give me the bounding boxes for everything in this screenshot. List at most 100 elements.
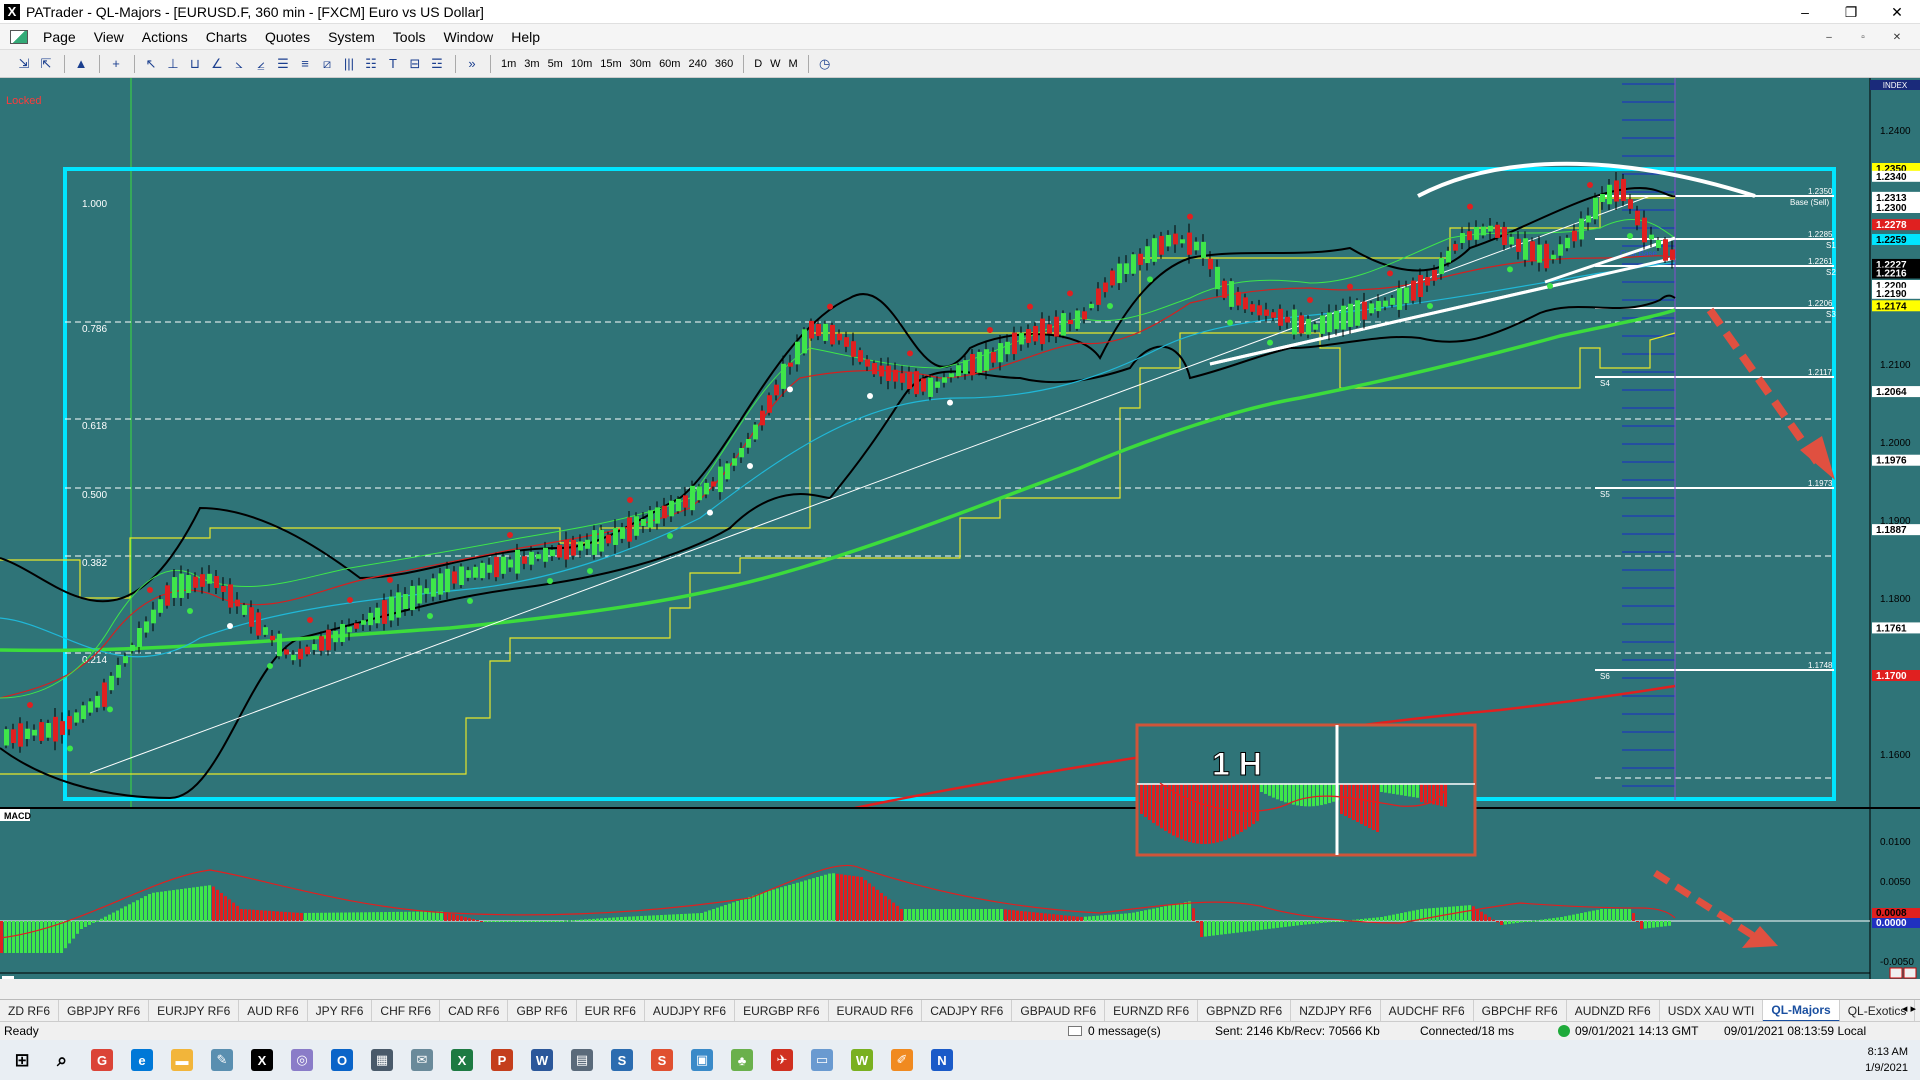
n-app-icon[interactable]: N xyxy=(922,1040,962,1080)
monitor-icon[interactable]: ▣ xyxy=(682,1040,722,1080)
fib-retrace-icon[interactable]: ☰ xyxy=(273,54,293,74)
notes-icon[interactable]: ✎ xyxy=(202,1040,242,1080)
tab-usdx-xau-wti[interactable]: USDX XAU WTI xyxy=(1660,1000,1764,1021)
outlook-icon[interactable]: O xyxy=(322,1040,362,1080)
period-360-button[interactable]: 360 xyxy=(711,55,737,73)
scale-reset-icon[interactable] xyxy=(1903,967,1917,979)
tab-eur-rf6[interactable]: EUR RF6 xyxy=(577,1000,645,1021)
period-240-button[interactable]: 240 xyxy=(684,55,710,73)
folder-icon[interactable]: ▭ xyxy=(802,1040,842,1080)
patrader-icon[interactable]: X xyxy=(242,1040,282,1080)
chrome-icon[interactable]: G xyxy=(82,1040,122,1080)
start-icon[interactable]: ⊞ xyxy=(2,1040,42,1080)
powerpoint-icon[interactable]: P xyxy=(482,1040,522,1080)
chart-indicator-icon[interactable]: ▲ xyxy=(71,54,91,74)
explorer-icon[interactable]: ▬ xyxy=(162,1040,202,1080)
calculator-icon[interactable]: ▦ xyxy=(362,1040,402,1080)
close-button[interactable]: ✕ xyxy=(1874,0,1920,24)
scale-toggle-icon[interactable] xyxy=(1889,967,1903,979)
screen-icon[interactable]: ◎ xyxy=(282,1040,322,1080)
fib-fan-icon[interactable]: ⧄ xyxy=(317,54,337,74)
period-w-button[interactable]: W xyxy=(766,55,784,73)
fib-extension-icon[interactable]: ≡ xyxy=(295,54,315,74)
clock-icon[interactable]: ◷ xyxy=(815,54,835,74)
tab-gbpjpy-rf6[interactable]: GBPJPY RF6 xyxy=(59,1000,150,1021)
zoom-in-icon[interactable]: ⇲ xyxy=(14,54,34,74)
tab-jpy-rf6[interactable]: JPY RF6 xyxy=(308,1000,373,1021)
tab-eurnzd-rf6[interactable]: EURNZD RF6 xyxy=(1105,1000,1199,1021)
app-s2-icon[interactable]: S xyxy=(642,1040,682,1080)
edge-icon[interactable]: e xyxy=(122,1040,162,1080)
tab-audjpy-rf6[interactable]: AUDJPY RF6 xyxy=(645,1000,736,1021)
fib-arc-icon[interactable]: ☷ xyxy=(361,54,381,74)
zoom-out-icon[interactable]: ⇱ xyxy=(36,54,56,74)
tab-audchf-rf6[interactable]: AUDCHF RF6 xyxy=(1381,1000,1474,1021)
tab-euraud-rf6[interactable]: EURAUD RF6 xyxy=(829,1000,923,1021)
crosshair-icon[interactable]: + xyxy=(106,54,126,74)
menu-quotes[interactable]: Quotes xyxy=(256,29,319,45)
text-tool-icon[interactable]: T xyxy=(383,54,403,74)
scroll-thumb[interactable] xyxy=(2,976,14,979)
menu-window[interactable]: Window xyxy=(434,29,502,45)
word-icon[interactable]: W xyxy=(522,1040,562,1080)
status-messages[interactable]: 0 message(s) xyxy=(1068,1024,1161,1038)
mdi-restore-button[interactable]: ▫ xyxy=(1848,28,1878,46)
w-app-icon[interactable]: W xyxy=(842,1040,882,1080)
chart-canvas[interactable]: INDEX Locked 1.000 0.786 0.618 0.500 0.3… xyxy=(0,78,1920,979)
menu-page[interactable]: Page xyxy=(34,29,85,45)
excel-icon[interactable]: X xyxy=(442,1040,482,1080)
tab-gbpaud-rf6[interactable]: GBPAUD RF6 xyxy=(1012,1000,1106,1021)
mdi-close-button[interactable]: ✕ xyxy=(1882,28,1912,46)
tab-ql-majors[interactable]: QL-Majors xyxy=(1763,1000,1840,1021)
tab-gbpnzd-rf6[interactable]: GBPNZD RF6 xyxy=(1198,1000,1292,1021)
tab-audnzd-rf6[interactable]: AUDNZD RF6 xyxy=(1567,1000,1660,1021)
fib-time-icon[interactable]: ||| xyxy=(339,54,359,74)
period-d-button[interactable]: D xyxy=(750,55,766,73)
tab-chf-rf6[interactable]: CHF RF6 xyxy=(372,1000,441,1021)
overflow-chevron-icon[interactable]: » xyxy=(462,54,482,74)
bird-icon[interactable]: ✈ xyxy=(762,1040,802,1080)
tab-cad-rf6[interactable]: CAD RF6 xyxy=(440,1000,509,1021)
list-tool-icon[interactable]: ☲ xyxy=(427,54,447,74)
gann-tool-icon[interactable]: ⦤ xyxy=(251,54,271,74)
trendline-tool-icon[interactable]: ∠ xyxy=(207,54,227,74)
channel-tool-icon[interactable]: ⊔ xyxy=(185,54,205,74)
leaf-icon[interactable]: ♣ xyxy=(722,1040,762,1080)
mail-icon[interactable]: ✉ xyxy=(402,1040,442,1080)
mdi-minimize-button[interactable]: – xyxy=(1814,28,1844,46)
tab-aud-rf6[interactable]: AUD RF6 xyxy=(239,1000,308,1021)
period-15m-button[interactable]: 15m xyxy=(596,55,625,73)
menu-help[interactable]: Help xyxy=(502,29,549,45)
minimize-button[interactable]: – xyxy=(1782,0,1828,24)
menu-actions[interactable]: Actions xyxy=(133,29,197,45)
period-5m-button[interactable]: 5m xyxy=(544,55,567,73)
tab-usdx-rf6[interactable]: USDX RF6 xyxy=(1915,1000,1920,1021)
taskbar-clock[interactable]: 8:13 AM 1/9/2021 xyxy=(1865,1044,1908,1076)
period-3m-button[interactable]: 3m xyxy=(520,55,543,73)
menu-charts[interactable]: Charts xyxy=(197,29,256,45)
price-chart[interactable]: INDEX Locked 1.000 0.786 0.618 0.500 0.3… xyxy=(0,78,1920,979)
period-m-button[interactable]: M xyxy=(785,55,802,73)
fan-tool-icon[interactable]: ⦣ xyxy=(229,54,249,74)
tab-eurgbp-rf6[interactable]: EURGBP RF6 xyxy=(735,1000,829,1021)
storage-icon[interactable]: ▤ xyxy=(562,1040,602,1080)
tab-zd-rf6[interactable]: ZD RF6 xyxy=(0,1000,59,1021)
pen-icon[interactable]: ✐ xyxy=(882,1040,922,1080)
period-1m-button[interactable]: 1m xyxy=(497,55,520,73)
menu-system[interactable]: System xyxy=(319,29,384,45)
pointer-icon[interactable]: ↖ xyxy=(141,54,161,74)
levels-tool-icon[interactable]: ⊟ xyxy=(405,54,425,74)
tab-scroll-arrows[interactable]: ◂ ▸ xyxy=(1902,1002,1916,1015)
tab-gbp-rf6[interactable]: GBP RF6 xyxy=(508,1000,577,1021)
menu-tools[interactable]: Tools xyxy=(384,29,435,45)
menu-view[interactable]: View xyxy=(85,29,133,45)
tab-eurjpy-rf6[interactable]: EURJPY RF6 xyxy=(149,1000,240,1021)
period-30m-button[interactable]: 30m xyxy=(626,55,655,73)
tab-gbpchf-rf6[interactable]: GBPCHF RF6 xyxy=(1474,1000,1567,1021)
hline-tool-icon[interactable]: ⊥ xyxy=(163,54,183,74)
period-10m-button[interactable]: 10m xyxy=(567,55,596,73)
tab-cadjpy-rf6[interactable]: CADJPY RF6 xyxy=(922,1000,1013,1021)
tab-nzdjpy-rf6[interactable]: NZDJPY RF6 xyxy=(1291,1000,1381,1021)
restore-button[interactable]: ❐ xyxy=(1828,0,1874,24)
search-icon[interactable]: ⌕ xyxy=(42,1040,82,1080)
